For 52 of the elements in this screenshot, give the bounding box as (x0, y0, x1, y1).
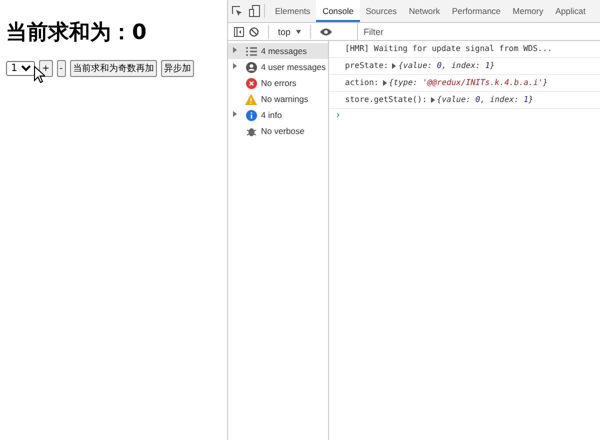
log-text: preState: (345, 60, 388, 72)
inspect-icon[interactable] (232, 6, 243, 16)
log-text: [HMR] Waiting for update signal from WDS... (345, 43, 552, 55)
log-text: store.getState(): (345, 94, 427, 106)
bug-icon (246, 126, 256, 136)
sidebar-item[interactable]: No warnings (228, 91, 328, 107)
sidebar-item[interactable]: 4 messages (228, 43, 328, 59)
devtools-tab[interactable]: Elements (269, 0, 316, 22)
sidebar-label: No verbose (261, 126, 304, 136)
cursor-icon (34, 66, 45, 83)
list-icon (246, 46, 256, 56)
info-icon (246, 110, 256, 120)
object-preview: {value: 0, index: 1} (436, 94, 534, 106)
devtools-tab[interactable]: Network (402, 0, 446, 22)
devtools-tab[interactable]: Console (316, 0, 360, 22)
sidebar-label: 4 messages (261, 46, 307, 56)
expand-icon[interactable] (233, 47, 237, 53)
sidebar-label: 4 user messages (261, 62, 326, 72)
device-icon[interactable] (249, 5, 260, 17)
object-preview: {value: 0, index: 1} (398, 60, 495, 72)
user-icon (246, 62, 256, 72)
expand-icon[interactable] (382, 80, 387, 86)
warning-icon (245, 94, 257, 104)
caret-icon[interactable] (296, 30, 301, 34)
expand-icon[interactable] (430, 97, 435, 103)
error-icon (246, 78, 256, 88)
sidebar-item[interactable]: 4 info (228, 107, 328, 123)
clear-icon[interactable] (249, 26, 259, 36)
number-select[interactable]: 1 (6, 61, 35, 76)
devtools-tab[interactable]: Sources (360, 0, 403, 22)
log-text: action: (345, 77, 379, 89)
action-button[interactable]: - (56, 60, 66, 77)
action-button[interactable]: 异步加 (160, 60, 194, 77)
expand-icon[interactable] (392, 63, 396, 69)
sidebar-label: No errors (261, 78, 296, 88)
context-dropdown[interactable]: top (278, 26, 291, 36)
sidebar-item[interactable]: 4 user messages (228, 59, 328, 75)
action-button[interactable]: 当前求和为奇数再加 (70, 60, 157, 77)
devtools-tab[interactable]: Memory (506, 0, 550, 22)
sidebar-label: 4 info (261, 110, 282, 120)
expand-icon[interactable] (233, 63, 237, 69)
sidebar-item[interactable]: No verbose (228, 123, 328, 139)
prompt-icon: › (335, 110, 342, 121)
sum-heading: 当前求和为：0 (6, 19, 148, 46)
devtools-tab[interactable]: Applicat (549, 0, 592, 22)
expand-icon[interactable] (233, 111, 237, 117)
eye-icon[interactable] (320, 28, 332, 36)
devtools-tab[interactable]: Performance (446, 0, 507, 22)
sidebar-label: No warnings (261, 94, 308, 104)
sidebar-toggle-icon[interactable] (234, 26, 244, 36)
object-preview: {type: '@@redux/INITs.k.4.b.a.i'} (388, 77, 548, 89)
sidebar-item[interactable]: No errors (228, 75, 328, 91)
